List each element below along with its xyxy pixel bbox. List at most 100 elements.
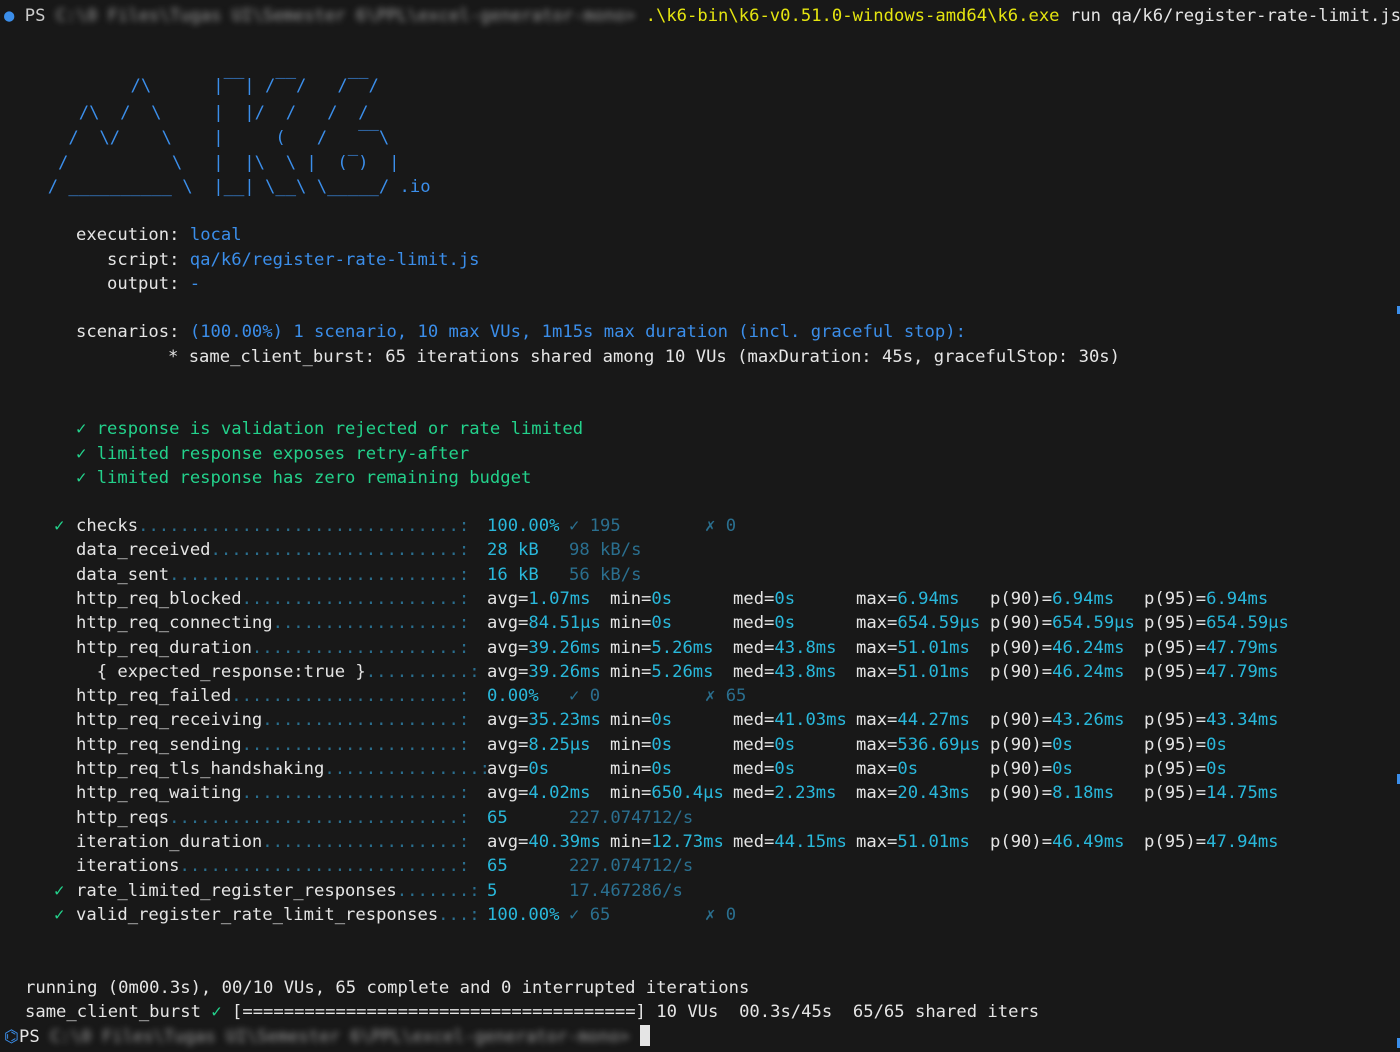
metric-value: 39.26ms: [528, 662, 601, 682]
metric-value: 0.00%: [487, 686, 539, 706]
metric-dots: ...................:: [262, 832, 470, 852]
metric-dots: ...............:: [324, 759, 490, 779]
metric-value: 0s: [651, 735, 673, 755]
metric-name-row: http_req_receiving...................:: [76, 708, 469, 732]
metric-p90: p(90)=654.59µs: [990, 613, 1135, 633]
metric-value: 0s: [651, 613, 673, 633]
metric-value: 0s: [528, 759, 550, 779]
metric-name-row: http_req_sending.....................:: [76, 733, 469, 757]
metric-dots: ............................:: [169, 808, 470, 828]
metric-value: 46.24ms: [1052, 662, 1125, 682]
metric-value: 65: [487, 808, 508, 828]
metric-avg: avg=4.02ms: [487, 783, 591, 803]
metric-min: min=650.4µs: [610, 783, 724, 803]
metric-p90: p(90)=46.24ms: [990, 662, 1125, 682]
terminal[interactable]: ● PS C:\0 Files\Tugas UI\Semester 6\PPL\…: [0, 0, 1400, 1052]
metric-dots: .....................:: [241, 735, 470, 755]
metric-value: 0s: [1052, 759, 1073, 779]
metric-value: 51.01ms: [897, 832, 970, 852]
metric-dots: ...........................:: [179, 856, 470, 876]
scenario-name: same_client_burst: [25, 1002, 201, 1022]
metric-rate: 98 kB/s: [569, 540, 642, 560]
status-dot-icon: ●: [4, 6, 15, 26]
prompt-line-2[interactable]: ⌬PS C:\0 Files\Tugas UI\Semester 6\PPL\e…: [4, 1025, 650, 1049]
metric-value: 0s: [774, 589, 796, 609]
metric-name-row: http_reqs............................:: [76, 806, 469, 830]
metric-value: 16 kB: [487, 565, 539, 585]
metric-name-row: iterations...........................:: [76, 854, 469, 878]
prompt-line: ● PS C:\0 Files\Tugas UI\Semester 6\PPL\…: [4, 4, 1400, 28]
metric-value: 43.8ms: [774, 638, 837, 658]
metric-value: 84.51µs: [528, 613, 601, 633]
metric-med: med=2.23ms: [733, 783, 837, 803]
metric-dots: ............................:: [169, 565, 470, 585]
metric-value: 0s: [651, 759, 673, 779]
k6-logo-line-1: /\ |‾‾| /‾‾/ /‾‾/: [27, 76, 379, 96]
metric-value: 44.27ms: [897, 710, 970, 730]
metric-name: http_req_connecting: [76, 613, 273, 633]
metric-avg: avg=84.51µs: [487, 613, 601, 633]
metric-value: 536.69µs: [897, 735, 981, 755]
metric-value: 0s: [897, 759, 919, 779]
metric-avg: avg=39.26ms: [487, 638, 601, 658]
metric-p90: p(90)=46.49ms: [990, 832, 1125, 852]
metric-check-icon: ✓: [54, 516, 65, 536]
script-line: script: qa/k6/register-rate-limit.js: [107, 250, 480, 270]
text-cursor: [639, 1025, 650, 1046]
metric-value: 51.01ms: [897, 638, 970, 658]
metric-rate: ✓ 65: [569, 905, 611, 925]
metric-p95: p(95)=43.34ms: [1144, 710, 1279, 730]
metric-med: med=0s: [733, 735, 796, 755]
metric-rate: 227.074712/s: [569, 808, 694, 828]
metric-fail-count: ✗ 0: [705, 905, 737, 925]
metric-name-row: valid_register_rate_limit_responses...:: [76, 903, 480, 927]
metric-name: http_req_sending: [76, 735, 242, 755]
metric-value: 41.03ms: [774, 710, 847, 730]
metric-value: 100.00%: [487, 905, 560, 925]
k6-logo-line-2: /\ / \ | |/ / / /: [27, 103, 369, 123]
metric-max: max=20.43ms: [856, 783, 970, 803]
metric-value: 100.00%: [487, 516, 560, 536]
metric-name: checks: [76, 516, 139, 536]
metric-value: 650.4µs: [651, 783, 724, 803]
metric-value: 47.94ms: [1206, 832, 1279, 852]
metric-name: http_reqs: [76, 808, 170, 828]
scenario-stats: 10 VUs 00.3s/45s 65/65 shared iters: [656, 1002, 1040, 1022]
metric-fail-count: ✗ 0: [705, 516, 737, 536]
output-line: output: -: [107, 274, 201, 294]
ps-label: PS: [24, 6, 46, 26]
metric-name-row: data_sent............................:: [76, 563, 469, 587]
metric-p90: p(90)=0s: [990, 759, 1073, 779]
metric-value: 4.02ms: [528, 783, 591, 803]
check-item: ✓ limited response has zero remaining bu…: [76, 468, 532, 488]
k6-exe-path: .\k6-bin\k6-v0.51.0-windows-amd64\k6.exe: [645, 6, 1060, 26]
metric-p95: p(95)=654.59µs: [1144, 613, 1289, 633]
metric-rate: ✓ 195: [569, 516, 621, 536]
metric-fail-count: ✗ 65: [705, 686, 747, 706]
metric-name: valid_register_rate_limit_responses: [76, 905, 439, 925]
metric-name: http_req_blocked: [76, 589, 242, 609]
metric-value: 8.18ms: [1052, 783, 1115, 803]
metric-value: 2.23ms: [774, 783, 837, 803]
scenarios-line: scenarios: (100.00%) 1 scenario, 10 max …: [76, 322, 966, 342]
metric-name: http_req_failed: [76, 686, 232, 706]
metric-p95: p(95)=0s: [1144, 735, 1227, 755]
metric-min: min=0s: [610, 759, 673, 779]
metric-value: 0s: [774, 735, 796, 755]
metric-dots: ...:: [438, 905, 480, 925]
metric-med: med=0s: [733, 759, 796, 779]
metric-max: max=51.01ms: [856, 832, 970, 852]
script-value: qa/k6/register-rate-limit.js: [189, 250, 480, 270]
metric-value: 8.25µs: [528, 735, 591, 755]
metric-p95: p(95)=47.94ms: [1144, 832, 1279, 852]
metric-value: 5.26ms: [651, 662, 714, 682]
metric-dots: ...............................:: [138, 516, 470, 536]
k6-logo-line-3: / \/ \ | ( / ‾‾\: [27, 128, 390, 148]
shell-integration-icon: ⌬: [4, 1027, 20, 1047]
metric-value: 35.23ms: [528, 710, 601, 730]
metric-value: 6.94ms: [1206, 589, 1269, 609]
metric-name: http_req_duration: [76, 638, 252, 658]
execution-value: local: [189, 225, 242, 245]
metric-value: 43.8ms: [774, 662, 837, 682]
metric-value: 46.49ms: [1052, 832, 1125, 852]
